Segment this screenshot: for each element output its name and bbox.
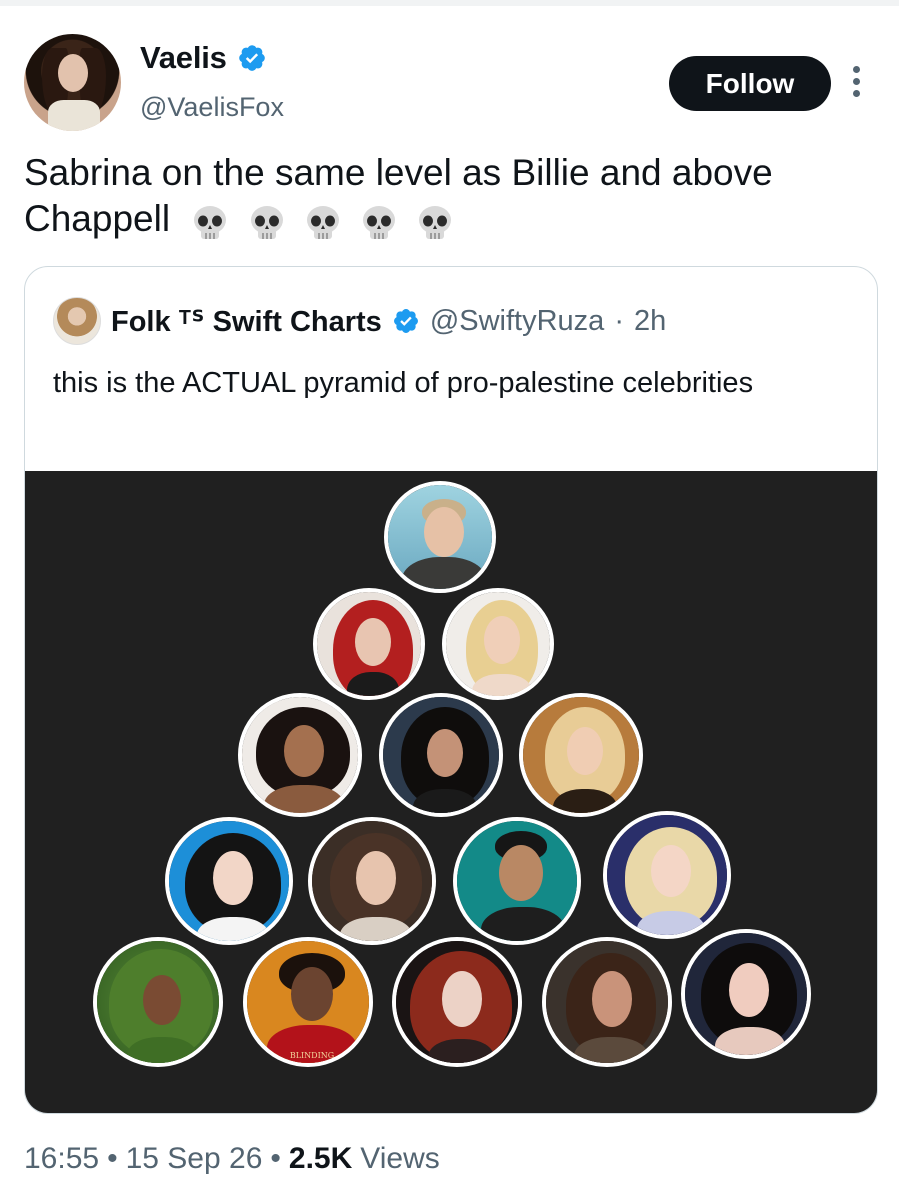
- quoted-author-handle[interactable]: @SwiftyRuza: [430, 305, 604, 338]
- celebrity-portrait: [238, 693, 362, 817]
- celebrity-portrait: [384, 481, 496, 593]
- tweet-meta: 16:55 • 15 Sep 26 • 2.5K Views: [24, 1142, 440, 1176]
- celebrity-portrait: [392, 937, 522, 1067]
- tweet-time[interactable]: 16:55: [24, 1142, 99, 1176]
- celebrity-portrait: [603, 811, 731, 939]
- celebrity-portrait: BLINDING: [243, 937, 373, 1067]
- separator-dot: ·: [614, 304, 624, 337]
- views-count: 2.5K: [288, 1142, 353, 1175]
- avatar-dress: [48, 100, 100, 131]
- celebrity-portrait: [542, 937, 672, 1067]
- tweet-text: Sabrina on the same level as Billie and …: [24, 150, 864, 244]
- quoted-tweet-card[interactable]: Folk ᵀᔆ Swift Charts @SwiftyRuza · 2h th…: [24, 266, 878, 1114]
- celebrity-portrait: [93, 937, 223, 1067]
- follow-button[interactable]: Follow: [669, 56, 831, 111]
- celebrity-portrait: [313, 588, 425, 700]
- dot-icon: [852, 66, 860, 73]
- more-vertical-icon[interactable]: [850, 66, 862, 102]
- skull-emoji-icon: [306, 206, 339, 240]
- celebrity-portrait: [519, 693, 643, 817]
- dot-icon: [852, 78, 860, 85]
- celebrity-portrait: [681, 929, 811, 1059]
- verified-badge-icon: [393, 309, 418, 333]
- tweet-date[interactable]: 15 Sep 26: [126, 1142, 263, 1176]
- quoted-author-name[interactable]: Folk ᵀᔆ Swift Charts: [111, 304, 382, 339]
- skull-emoji-icon: [363, 206, 396, 240]
- skull-emoji-icon: [250, 206, 283, 240]
- separator-dot: •: [270, 1142, 281, 1175]
- skull-emoji-icon: [194, 206, 227, 240]
- quoted-tweet-header: Folk ᵀᔆ Swift Charts @SwiftyRuza · 2h: [53, 297, 666, 345]
- quoted-tweet-age: 2h: [633, 304, 667, 337]
- author-handle[interactable]: @VaelisFox: [140, 92, 284, 123]
- avatar-face: [58, 54, 88, 92]
- skull-emoji-icon: [419, 206, 452, 240]
- views-label: Views: [360, 1142, 440, 1175]
- author-avatar[interactable]: [24, 34, 121, 131]
- author-display-name[interactable]: Vaelis: [140, 40, 227, 76]
- celebrity-portrait: [165, 817, 293, 945]
- celebrity-portrait: [308, 817, 436, 945]
- quoted-tweet-text: this is the ACTUAL pyramid of pro-palest…: [53, 367, 754, 399]
- separator-dot: •: [107, 1142, 118, 1175]
- quoted-author-avatar[interactable]: [53, 297, 101, 345]
- author-name-row: Vaelis: [140, 40, 267, 76]
- celebrity-portrait: [442, 588, 554, 700]
- emoji-group: [190, 198, 461, 244]
- album-caption: BLINDING: [289, 1051, 335, 1060]
- dot-icon: [852, 90, 860, 97]
- celebrity-portrait: [453, 817, 581, 945]
- celebrity-portrait: [379, 693, 503, 817]
- top-edge: [0, 0, 899, 6]
- pyramid-image[interactable]: BLINDING: [25, 471, 877, 1113]
- verified-badge-icon[interactable]: [237, 43, 267, 73]
